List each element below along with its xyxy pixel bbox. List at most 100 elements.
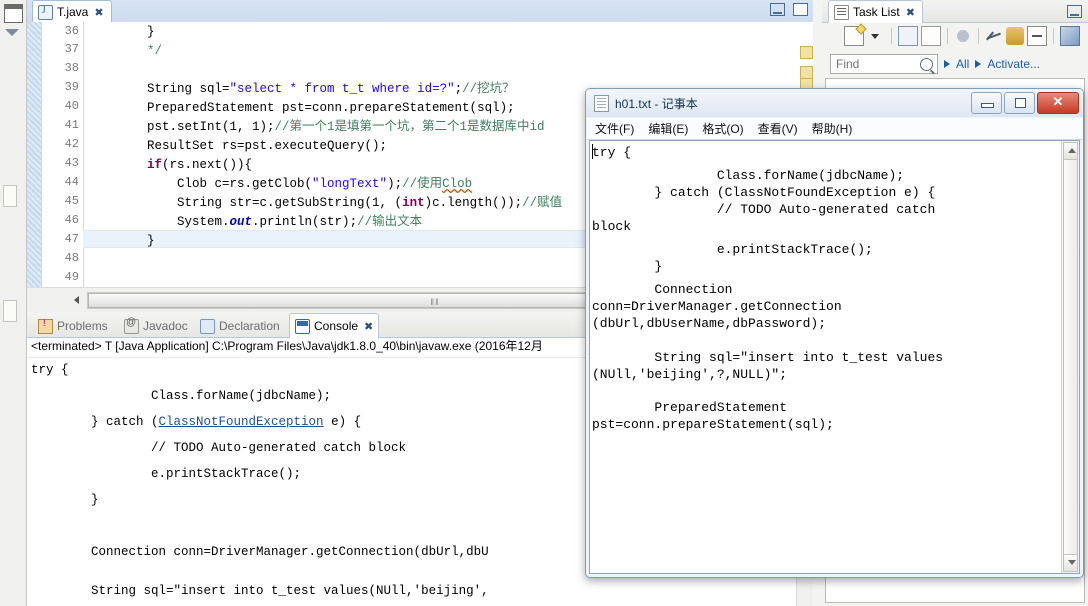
task-list-filterbar: All Activate...: [822, 52, 1088, 76]
restore-button[interactable]: [1004, 92, 1035, 114]
maximize-icon[interactable]: [793, 3, 808, 16]
minimize-icon[interactable]: [1067, 5, 1082, 18]
minimize-icon[interactable]: [770, 3, 785, 16]
scroll-up-icon[interactable]: [1063, 142, 1078, 160]
rail-view-tab-2[interactable]: [3, 300, 17, 322]
synchronize-icon[interactable]: [954, 27, 972, 45]
scroll-thumb[interactable]: [1063, 159, 1078, 561]
code-text: PreparedStatement pst=conn.prepareStatem…: [87, 101, 515, 115]
find-input-wrapper[interactable]: [830, 54, 938, 74]
notepad-line: }: [592, 259, 663, 274]
task-list-tabbar: Task List ✖: [822, 0, 1088, 23]
overview-marker[interactable]: [800, 46, 813, 59]
chevron-down-icon[interactable]: [4, 27, 20, 39]
tab-console[interactable]: Console ✖: [289, 313, 380, 339]
scheduled-presentation-icon[interactable]: [921, 26, 941, 46]
console-line: e.printStackTrace();: [31, 467, 302, 481]
close-button[interactable]: [1037, 92, 1079, 114]
code-text: */: [147, 44, 163, 58]
code-keyword: if: [87, 158, 163, 172]
code-text: pst.setInt(1, 1);: [87, 120, 275, 134]
task-list-icon: [834, 4, 849, 20]
menu-format[interactable]: 格式(O): [702, 120, 743, 137]
tab-label: Task List: [853, 5, 900, 19]
toolbar-separator: [1053, 28, 1054, 44]
chevron-right-icon[interactable]: [975, 60, 982, 68]
editor-tab-label: T.java: [57, 5, 89, 19]
chevron-right-icon[interactable]: [944, 60, 950, 68]
view-menu-icon[interactable]: [1060, 26, 1080, 46]
notepad-textarea[interactable]: try { Class.forName(jdbcName); } catch (…: [590, 141, 1062, 573]
menu-help[interactable]: 帮助(H): [812, 120, 853, 137]
text-file-icon: [594, 94, 609, 112]
notepad-line: (dbUrl,dbUserName,dbPassword);: [592, 316, 827, 331]
scroll-left-icon[interactable]: [69, 292, 85, 308]
close-icon[interactable]: ✖: [94, 6, 103, 19]
console-line: try {: [31, 363, 69, 377]
tab-label: Console: [314, 319, 359, 333]
editor-line-number-gutter: 36 37 38 39 40 41 42 43 44 45 46 47 48 4…: [42, 22, 84, 288]
line-number: 43: [64, 156, 79, 170]
delete-icon[interactable]: [985, 27, 1003, 45]
notepad-menubar: 文件(F) 编辑(E) 格式(O) 查看(V) 帮助(H): [587, 118, 1082, 140]
code-text: System.: [87, 215, 230, 229]
editor-panel-buttons: [770, 3, 808, 16]
notepad-line: Class.forName(jdbcName);: [592, 168, 905, 183]
restore-view-icon[interactable]: [4, 4, 23, 23]
new-task-icon[interactable]: [844, 26, 864, 46]
notepad-line: Connection: [592, 282, 733, 297]
notepad-vertical-scrollbar[interactable]: [1061, 141, 1079, 573]
notepad-title: h01.txt - 记事本: [615, 96, 698, 111]
notepad-client-area: try { Class.forName(jdbcName); } catch (…: [589, 140, 1080, 574]
code-text: String sql=: [87, 82, 230, 96]
filter-all-link[interactable]: All: [956, 57, 969, 71]
exception-link[interactable]: ClassNotFoundException: [159, 415, 324, 429]
tab-declaration[interactable]: Declaration: [195, 316, 285, 336]
scroll-down-icon[interactable]: [1063, 554, 1078, 572]
search-input[interactable]: [834, 56, 914, 72]
left-collapsed-rail: [0, 0, 27, 606]
console-line: } catch (ClassNotFoundException e) {: [31, 415, 362, 429]
notepad-line: block: [592, 219, 632, 234]
notepad-titlebar[interactable]: h01.txt - 记事本: [586, 89, 1083, 117]
line-number: 39: [64, 80, 79, 94]
close-icon[interactable]: ✖: [906, 6, 915, 19]
notepad-line: (NUll,'beijing',?,NULL)";: [592, 367, 788, 382]
line-number: 49: [64, 270, 79, 284]
search-icon[interactable]: [920, 58, 933, 71]
line-number: 36: [64, 24, 79, 38]
line-number: 41: [64, 118, 79, 132]
tab-javadoc[interactable]: Javadoc: [119, 316, 193, 336]
toolbar-separator: [978, 28, 979, 44]
menu-view[interactable]: 查看(V): [758, 120, 798, 137]
console-line: }: [31, 493, 99, 507]
minimize-button[interactable]: [971, 92, 1002, 114]
menu-file[interactable]: 文件(F): [595, 120, 634, 137]
notepad-line: e.printStackTrace();: [592, 242, 873, 257]
filter-activate-link[interactable]: Activate...: [987, 57, 1040, 71]
line-number: 37: [64, 42, 79, 56]
tab-task-list[interactable]: Task List ✖: [828, 0, 923, 23]
toolbar-separator: [947, 28, 948, 44]
tab-label: Problems: [57, 319, 108, 333]
problems-icon: [38, 318, 53, 334]
line-number: 47: [64, 232, 79, 246]
collapse-all-icon[interactable]: [1027, 26, 1047, 46]
new-task-dropdown-icon[interactable]: [867, 27, 885, 45]
java-file-icon: [38, 4, 53, 20]
line-number: 42: [64, 137, 79, 151]
console-icon: [295, 318, 310, 334]
editor-marker-column: [27, 22, 42, 288]
notepad-line: pst=conn.prepareStatement(sql);: [592, 417, 834, 432]
menu-edit[interactable]: 编辑(E): [648, 120, 688, 137]
notepad-window: h01.txt - 记事本 文件(F) 编辑(E) 格式(O) 查看(V) 帮助…: [585, 88, 1084, 578]
editor-tab-tjava[interactable]: T.java ✖: [32, 0, 112, 23]
categorized-presentation-icon[interactable]: [898, 26, 918, 46]
console-line: Class.forName(jdbcName);: [31, 389, 332, 403]
focus-on-workweek-icon[interactable]: [1006, 27, 1024, 45]
tab-problems[interactable]: Problems: [33, 316, 113, 336]
toolbar-separator: [891, 28, 892, 44]
close-icon[interactable]: ✖: [364, 320, 373, 333]
rail-view-tab-1[interactable]: [3, 185, 17, 207]
code-text: }: [147, 25, 155, 39]
